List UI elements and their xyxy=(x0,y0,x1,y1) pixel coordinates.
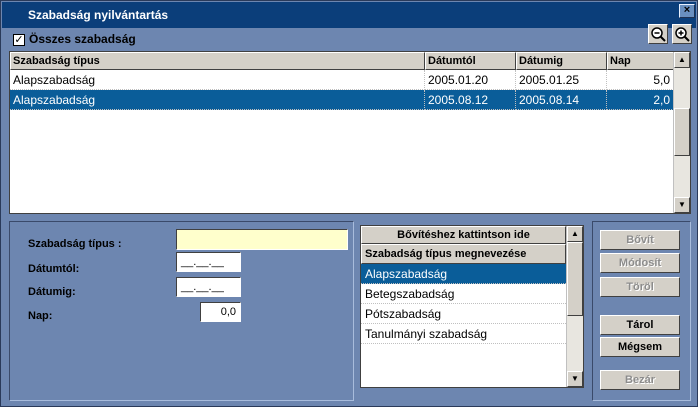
column-header-from[interactable]: Dátumtól xyxy=(425,52,516,70)
arrow-down-icon: ▼ xyxy=(571,374,579,383)
list-item[interactable]: Tanulmányi szabadság xyxy=(361,324,566,344)
title-bar: Szabadság nyilvántartás × xyxy=(2,2,696,28)
close-button[interactable]: × xyxy=(679,4,695,18)
column-header-type[interactable]: Szabadság típus xyxy=(10,52,425,70)
filter-row: ✓ Összes szabadság xyxy=(2,28,696,50)
list-item[interactable]: Pótszabadság xyxy=(361,304,566,324)
scroll-up-button[interactable]: ▲ xyxy=(674,52,690,68)
all-leaves-checkbox[interactable]: ✓ xyxy=(13,34,25,46)
leave-grid[interactable]: Szabadság típus Dátumtól Dátumig Nap Ala… xyxy=(9,51,691,214)
list-item-selected[interactable]: Alapszabadság xyxy=(361,264,566,284)
action-buttons-panel: Bővít Módosít Töröl Tárol Mégsem Bezár xyxy=(592,221,691,401)
date-from-field[interactable]: __.__.__ xyxy=(176,252,241,272)
grid-scrollbar[interactable]: ▲ ▼ xyxy=(673,52,690,213)
leave-type-lookup[interactable]: Bővítéshez kattintson ide Szabadság típu… xyxy=(360,225,584,388)
cell-from: 2005.01.20 xyxy=(425,70,516,90)
column-header-to[interactable]: Dátumig xyxy=(516,52,607,70)
cell-type: Alapszabadság xyxy=(10,90,425,110)
from-label: Dátumtól: xyxy=(28,263,80,275)
cell-to: 2005.08.14 xyxy=(516,90,607,110)
save-button[interactable]: Tárol xyxy=(600,315,680,335)
arrow-down-icon: ▼ xyxy=(678,200,686,209)
zoom-in-icon xyxy=(675,27,690,42)
cell-days: 5,0 xyxy=(607,70,674,90)
arrow-up-icon: ▲ xyxy=(678,55,686,64)
lookup-scroll-down-button[interactable]: ▼ xyxy=(567,371,583,387)
scroll-thumb[interactable] xyxy=(674,108,690,156)
scroll-down-button[interactable]: ▼ xyxy=(674,197,690,213)
leave-type-field[interactable] xyxy=(176,229,348,250)
cell-type: Alapszabadság xyxy=(10,70,425,90)
type-label: Szabadság típus : xyxy=(28,238,122,250)
edit-form-panel: Szabadság típus : Dátumtól: __.__.__ Dát… xyxy=(9,221,354,401)
app-window: Szabadság nyilvántartás × ✓ Összes szaba… xyxy=(0,0,698,407)
lookup-scroll-up-button[interactable]: ▲ xyxy=(567,226,583,242)
days-field[interactable]: 0,0 xyxy=(200,302,241,322)
lookup-column-header[interactable]: Szabadság típus megnevezése xyxy=(361,244,566,264)
cell-from: 2005.08.12 xyxy=(425,90,516,110)
table-row[interactable]: Alapszabadság 2005.01.20 2005.01.25 5,0 xyxy=(10,70,674,90)
lookup-scrollbar[interactable]: ▲ ▼ xyxy=(566,226,583,387)
column-header-days[interactable]: Nap xyxy=(607,52,674,70)
grid-header: Szabadság típus Dátumtól Dátumig Nap xyxy=(10,52,674,70)
zoom-out-icon xyxy=(651,27,666,42)
cell-to: 2005.01.25 xyxy=(516,70,607,90)
list-item[interactable]: Betegszabadság xyxy=(361,284,566,304)
lookup-scroll-thumb[interactable] xyxy=(567,242,583,316)
zoom-in-button[interactable] xyxy=(672,24,692,44)
edit-button[interactable]: Módosít xyxy=(600,253,680,273)
expand-hint-header[interactable]: Bővítéshez kattintson ide xyxy=(361,226,566,244)
window-title: Szabadság nyilvántartás xyxy=(28,8,169,22)
arrow-up-icon: ▲ xyxy=(571,229,579,238)
all-leaves-label[interactable]: Összes szabadság xyxy=(29,32,136,46)
days-label: Nap: xyxy=(28,310,53,322)
table-row-selected[interactable]: Alapszabadság 2005.08.12 2005.08.14 2,0 xyxy=(10,90,674,110)
close-form-button[interactable]: Bezár xyxy=(600,370,680,390)
add-button[interactable]: Bővít xyxy=(600,230,680,250)
cell-days: 2,0 xyxy=(607,90,674,110)
cancel-button[interactable]: Mégsem xyxy=(600,337,680,357)
delete-button[interactable]: Töröl xyxy=(600,277,680,297)
date-to-field[interactable]: __.__.__ xyxy=(176,277,241,297)
to-label: Dátumig: xyxy=(28,286,76,298)
zoom-out-button[interactable] xyxy=(648,24,668,44)
